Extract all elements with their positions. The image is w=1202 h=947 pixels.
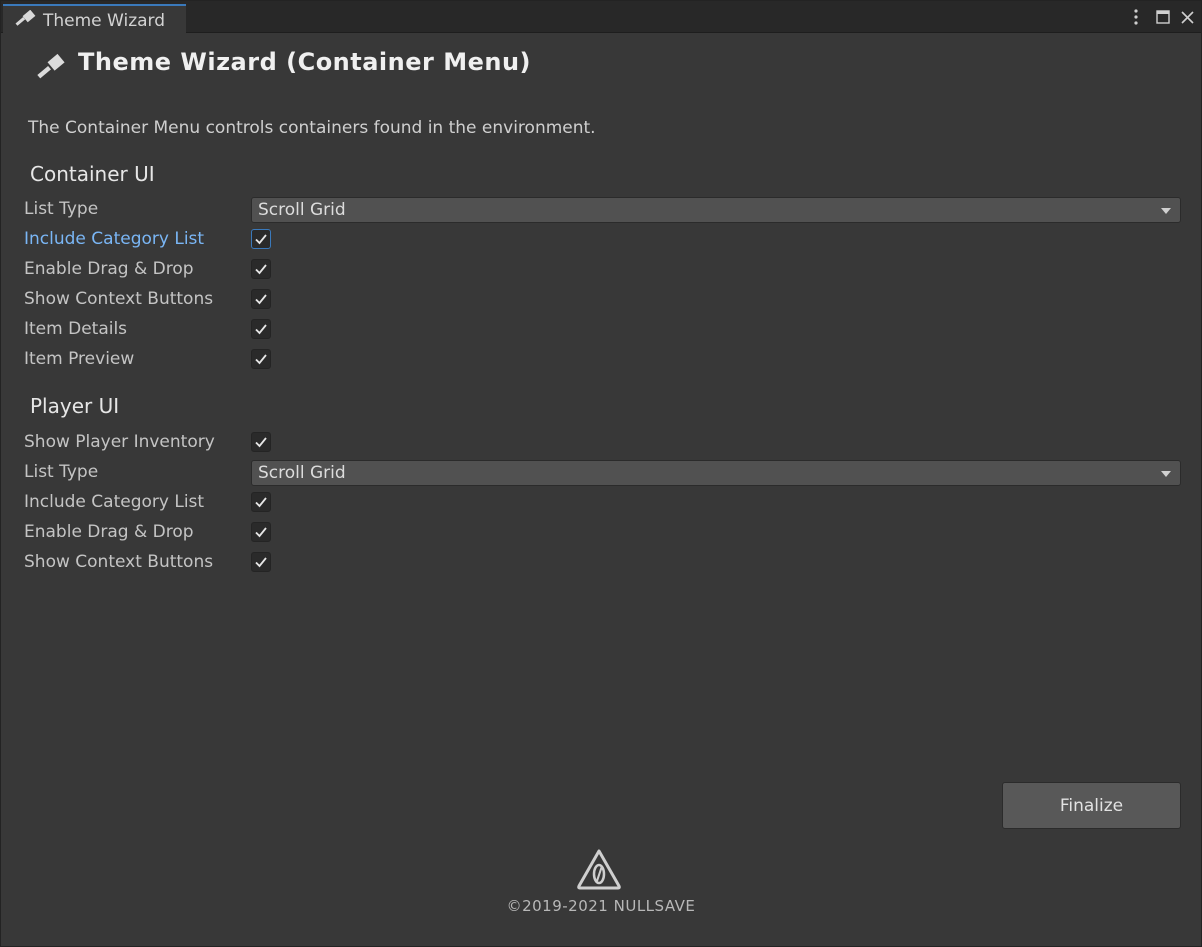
page-description: The Container Menu controls containers f… (28, 118, 596, 138)
player-drag-drop-label: Enable Drag & Drop (24, 522, 194, 542)
checkmark-icon (255, 294, 267, 305)
checkmark-icon (255, 557, 267, 568)
section-title-player-ui: Player UI (30, 394, 120, 418)
tab-bar: Theme Wizard (1, 1, 1201, 33)
checkmark-icon (255, 264, 267, 275)
checkmark-icon (255, 354, 267, 365)
container-include-category-checkbox[interactable] (251, 229, 271, 249)
nullsave-logo-icon (577, 849, 621, 890)
player-drag-drop-checkbox[interactable] (251, 522, 271, 542)
container-item-preview-checkbox[interactable] (251, 349, 271, 369)
section-title-container-ui: Container UI (30, 162, 155, 186)
player-context-buttons-checkbox[interactable] (251, 552, 271, 572)
page-title: Theme Wizard (Container Menu) (78, 48, 532, 76)
player-show-inventory-checkbox[interactable] (251, 432, 271, 452)
checkmark-icon (255, 527, 267, 538)
finalize-button[interactable]: Finalize (1002, 782, 1181, 829)
dropdown-value: Scroll Grid (258, 463, 346, 483)
maximize-icon[interactable] (1154, 7, 1172, 27)
close-icon[interactable] (1178, 7, 1196, 27)
container-item-preview-label: Item Preview (24, 349, 135, 369)
container-item-details-label: Item Details (24, 319, 128, 339)
container-drag-drop-label: Enable Drag & Drop (24, 259, 194, 279)
theme-wizard-window: Theme Wizard Theme Wizard (Container Men… (0, 0, 1202, 947)
player-list-type-dropdown[interactable]: Scroll Grid (251, 460, 1181, 486)
chevron-down-icon (1161, 208, 1171, 214)
container-include-category-label: Include Category List (24, 229, 205, 249)
tab-label: Theme Wizard (43, 11, 166, 31)
player-show-inventory-label: Show Player Inventory (24, 432, 215, 452)
container-list-type-label: List Type (24, 199, 99, 219)
dropdown-value: Scroll Grid (258, 200, 346, 220)
container-item-details-checkbox[interactable] (251, 319, 271, 339)
copyright-text: ©2019-2021 NULLSAVE (506, 897, 696, 915)
player-list-type-label: List Type (24, 462, 99, 482)
checkmark-icon (255, 437, 267, 448)
chevron-down-icon (1161, 471, 1171, 477)
kebab-menu-icon[interactable] (1128, 7, 1144, 27)
checkmark-icon (255, 497, 267, 508)
player-include-category-checkbox[interactable] (251, 492, 271, 512)
container-context-buttons-checkbox[interactable] (251, 289, 271, 309)
container-list-type-dropdown[interactable]: Scroll Grid (251, 197, 1181, 223)
paintbrush-icon (15, 10, 36, 26)
tab-theme-wizard[interactable]: Theme Wizard (3, 4, 186, 33)
container-context-buttons-label: Show Context Buttons (24, 289, 214, 309)
checkmark-icon (255, 324, 267, 335)
checkmark-icon (255, 234, 267, 245)
player-context-buttons-label: Show Context Buttons (24, 552, 214, 572)
paintbrush-icon (37, 53, 65, 79)
container-drag-drop-checkbox[interactable] (251, 259, 271, 279)
player-include-category-label: Include Category List (24, 492, 205, 512)
